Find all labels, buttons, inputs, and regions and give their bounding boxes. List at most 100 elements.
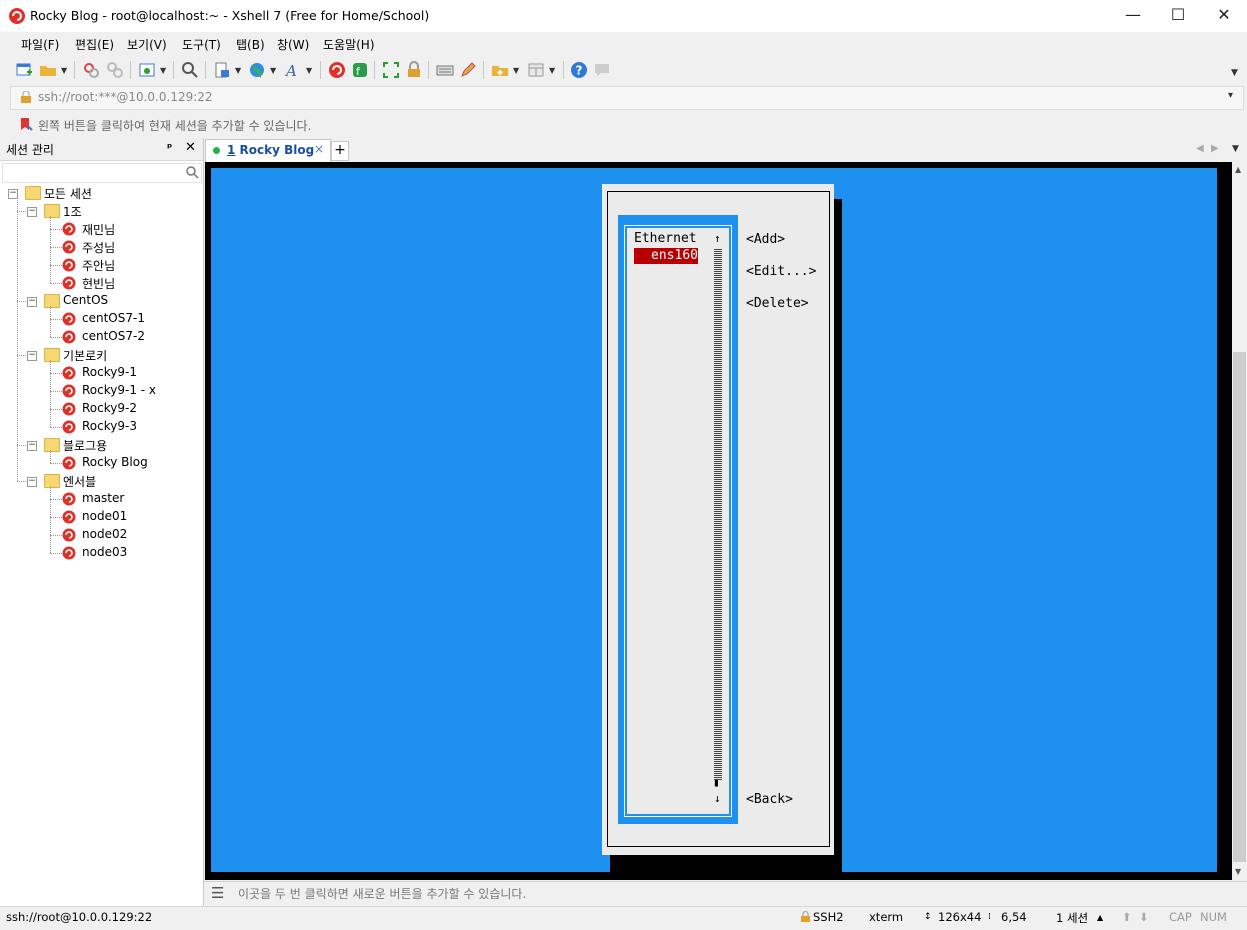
pin-icon[interactable]: ᵖ — [167, 141, 172, 154]
tree-group[interactable]: CentOS — [63, 293, 108, 307]
chevron-down-icon[interactable]: ▼ — [549, 66, 555, 75]
tree-session[interactable]: Rocky9-1 — [82, 365, 137, 379]
add-folder-icon[interactable] — [491, 61, 509, 79]
add-button[interactable]: <Add> — [746, 232, 785, 247]
tree-session[interactable]: 재민님 — [82, 221, 115, 238]
tree-session[interactable]: master — [82, 491, 124, 505]
transfer-icon[interactable] — [213, 61, 231, 79]
new-session-icon[interactable] — [15, 61, 33, 79]
chevron-down-icon[interactable]: ▼ — [513, 66, 519, 75]
tree-group[interactable]: 블로그용 — [63, 437, 107, 454]
scroll-up-icon[interactable]: ▲ — [1235, 165, 1241, 174]
list-scroll-down-icon[interactable]: ↓ — [714, 792, 721, 805]
keyboard-icon[interactable] — [436, 61, 454, 79]
tab-label[interactable]: 1 Rocky Blog — [227, 143, 314, 157]
list-scroll-track[interactable] — [714, 249, 722, 780]
chevron-down-icon[interactable]: ▼ — [235, 66, 241, 75]
font-icon[interactable]: A — [284, 61, 302, 79]
lock-icon[interactable] — [405, 61, 423, 79]
chat-icon[interactable] — [593, 61, 611, 79]
tree-session[interactable]: centOS7-2 — [82, 329, 145, 343]
tree-session[interactable]: node01 — [82, 509, 127, 523]
tree-collapse-icon[interactable]: − — [27, 297, 37, 307]
bookmark-icon[interactable] — [19, 117, 33, 131]
chevron-down-icon[interactable]: ▼ — [160, 66, 166, 75]
tree-collapse-icon[interactable]: − — [27, 441, 37, 451]
xftp-icon[interactable]: f — [351, 61, 369, 79]
tree-collapse-icon[interactable]: − — [27, 477, 37, 487]
disconnect-icon[interactable] — [106, 61, 124, 79]
globe-icon[interactable] — [248, 61, 266, 79]
tree-session[interactable]: node02 — [82, 527, 127, 541]
tree-session[interactable]: 주성님 — [82, 239, 115, 256]
tree-session[interactable]: Rocky9-2 — [82, 401, 137, 415]
menu-tools[interactable]: 도구(T) — [182, 36, 221, 53]
menu-help[interactable]: 도움말(H) — [323, 36, 375, 53]
maximize-button[interactable]: ☐ — [1155, 0, 1201, 32]
tree-group[interactable]: 엔서블 — [63, 473, 96, 490]
chevron-down-icon[interactable]: ▼ — [270, 66, 276, 75]
menu-window[interactable]: 창(W) — [277, 36, 309, 53]
toolbar-separator — [428, 61, 429, 79]
back-button[interactable]: <Back> — [746, 792, 793, 807]
tab-scroll-left-icon[interactable]: ◀ — [1196, 143, 1204, 154]
scroll-down-icon[interactable]: ▼ — [1235, 867, 1241, 876]
tree-group[interactable]: 1조 — [63, 203, 82, 220]
folder-icon — [44, 204, 60, 218]
edit-button[interactable]: <Edit...> — [746, 264, 816, 279]
list-scroll-thumb[interactable]: ▮ — [713, 776, 720, 789]
compose-icon[interactable] — [459, 61, 477, 79]
tree-collapse-icon[interactable]: − — [27, 207, 37, 217]
chevron-down-icon[interactable]: ▼ — [61, 66, 67, 75]
menu-edit[interactable]: 편집(E) — [75, 36, 114, 53]
tab-close-icon[interactable]: × — [314, 142, 324, 156]
address-dropdown-icon[interactable]: ▾ — [1228, 90, 1233, 101]
tree-collapse-icon[interactable]: − — [27, 351, 37, 361]
session-icon — [62, 384, 76, 398]
terminal-scroll-thumb[interactable] — [1233, 352, 1246, 862]
address-input[interactable]: ssh://root:***@10.0.0.129:22 — [38, 90, 213, 104]
xshell-icon[interactable] — [328, 61, 346, 79]
minimize-button[interactable]: — — [1110, 0, 1156, 32]
menu-icon[interactable]: ☰ — [211, 884, 224, 902]
prev-session-icon[interactable]: ⬆ — [1122, 910, 1132, 924]
layout-icon[interactable] — [527, 61, 545, 79]
chevron-down-icon[interactable]: ▼ — [306, 66, 312, 75]
tree-session[interactable]: node03 — [82, 545, 127, 559]
search-icon[interactable] — [181, 61, 199, 79]
menu-view[interactable]: 보기(V) — [127, 36, 167, 53]
session-search-input[interactable] — [2, 163, 202, 183]
help-icon[interactable]: ? — [570, 61, 588, 79]
tree-session[interactable]: Rocky9-1 - x — [82, 383, 156, 397]
status-sessions[interactable]: 1 세션 — [1056, 910, 1088, 926]
reconnect-icon[interactable] — [82, 61, 100, 79]
panel-close-icon[interactable]: ✕ — [185, 140, 196, 155]
chevron-up-icon[interactable]: ▲ — [1097, 913, 1103, 922]
tree-session[interactable]: Rocky Blog — [82, 455, 148, 469]
tab-scroll-right-icon[interactable]: ▶ — [1211, 143, 1219, 154]
tree-line — [50, 450, 51, 463]
tree-session[interactable]: 현빈님 — [82, 275, 115, 292]
next-session-icon[interactable]: ⬇ — [1139, 910, 1149, 924]
new-tab-button[interactable]: + — [331, 141, 349, 161]
tree-session[interactable]: centOS7-1 — [82, 311, 145, 325]
list-item-ens160[interactable]: ens160 — [634, 248, 698, 264]
session-icon — [62, 222, 76, 236]
properties-icon[interactable] — [138, 61, 156, 79]
tree-group[interactable]: 기본로키 — [63, 347, 107, 364]
menu-file[interactable]: 파일(F) — [21, 36, 59, 53]
toolbar-overflow-icon[interactable]: ▼ — [1231, 68, 1238, 78]
list-scroll-up-icon[interactable]: ↑ — [714, 232, 721, 245]
close-button[interactable]: ✕ — [1201, 0, 1247, 32]
fullscreen-icon[interactable] — [382, 61, 400, 79]
tree-session[interactable]: Rocky9-3 — [82, 419, 137, 433]
tree-root[interactable]: 모든 세션 — [44, 185, 92, 202]
status-cursor: 6,54 — [1001, 910, 1027, 924]
search-icon[interactable] — [186, 166, 199, 179]
tab-list-dropdown-icon[interactable]: ▼ — [1232, 144, 1239, 154]
menu-tab[interactable]: 탭(B) — [236, 36, 265, 53]
tree-session[interactable]: 주안님 — [82, 257, 115, 274]
open-folder-icon[interactable] — [39, 61, 57, 79]
delete-button[interactable]: <Delete> — [746, 296, 809, 311]
status-caps-lock: CAP — [1169, 910, 1192, 924]
